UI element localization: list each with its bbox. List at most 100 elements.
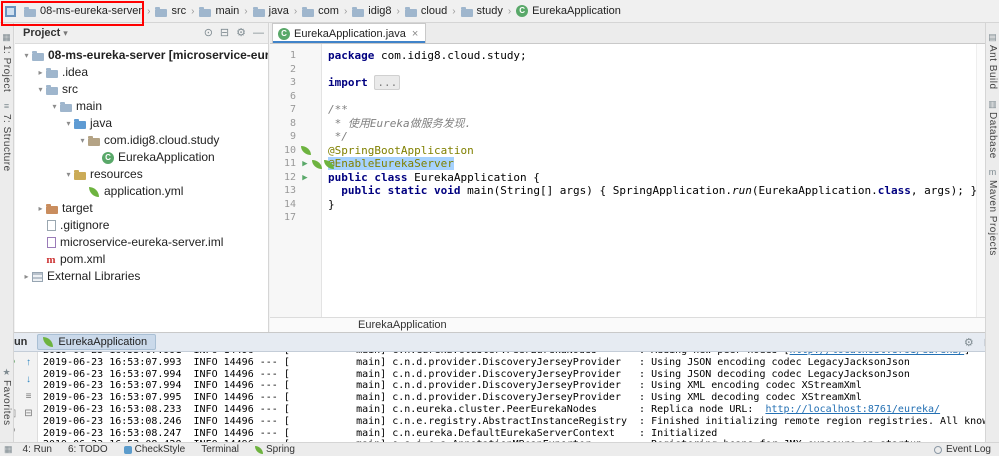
tree-item-com-idig8-cloud-study[interactable]: ▾com.idig8.cloud.study [15, 132, 268, 149]
tree-item-gitignore[interactable]: .gitignore [15, 217, 268, 234]
run-panel-header: Run EurekaApplication ⚙⊟ [0, 333, 999, 352]
tool-stripe-button-favorites[interactable]: ★Favorites [0, 368, 13, 426]
tree-item-application-yml[interactable]: application.yml [15, 183, 268, 200]
console-output[interactable]: 2019-06-23 16:53:07.991 INFO 14496 --- [… [38, 352, 999, 442]
tree-item-main[interactable]: ▾main [15, 98, 268, 115]
collapse-all-icon[interactable]: ⊟ [220, 26, 229, 40]
tree-item-idea[interactable]: ▸.idea [15, 64, 268, 81]
tool-stripe-icon: m [989, 168, 997, 177]
run-line-icon[interactable]: ▶ [300, 158, 310, 170]
chevron-down-icon[interactable]: ▾ [63, 28, 68, 39]
clear-all-icon[interactable]: ⊟ [21, 406, 36, 421]
chevron-collapsed-icon[interactable]: ▸ [21, 268, 32, 285]
step-down-icon[interactable]: ↓ [21, 372, 36, 387]
tree-item-08-ms-eureka-server[interactable]: ▾08-ms-eureka-server [microservice-eurek… [15, 47, 268, 64]
breadcrumb-item-study[interactable]: study [458, 4, 506, 18]
tool-stripe-button-ant-build[interactable]: ▤Ant Build [986, 33, 999, 90]
code-line-2[interactable]: 2 [270, 63, 975, 77]
hide-panel-icon[interactable]: — [253, 26, 264, 40]
code-line-10[interactable]: 10@SpringBootApplication [270, 144, 975, 158]
close-icon[interactable]: × [412, 28, 418, 40]
line-number: 8 [270, 117, 300, 131]
tree-item-eurekaapplication[interactable]: CEurekaApplication [15, 149, 268, 166]
breadcrumb-item-src[interactable]: src [152, 4, 189, 18]
breadcrumb-item-main[interactable]: main [196, 4, 242, 18]
run-tab[interactable]: EurekaApplication [37, 334, 156, 350]
breadcrumb-separator: › [191, 6, 194, 17]
chevron-collapsed-icon[interactable]: ▸ [35, 200, 46, 217]
event-log-button[interactable]: Event Log [934, 444, 991, 455]
code-line-14[interactable]: 14} [270, 198, 975, 212]
console-link[interactable]: http://localhost:8761/eureka/ [765, 404, 940, 415]
code-line-9[interactable]: 9 */ [270, 130, 975, 144]
tree-item-java[interactable]: ▾java [15, 115, 268, 132]
tool-stripe-button-maven-projects[interactable]: mMaven Projects [986, 168, 999, 256]
tool-stripe-icon: ▤ [988, 33, 997, 42]
breadcrumb-item-cloud[interactable]: cloud [402, 4, 450, 18]
locate-file-icon[interactable]: ⊙ [204, 26, 213, 40]
breadcrumb-item-idig8[interactable]: idig8 [349, 4, 394, 18]
tree-item-src[interactable]: ▾src [15, 81, 268, 98]
code-line-12[interactable]: 12▶public class EurekaApplication { [270, 171, 975, 185]
event-log-icon [934, 446, 942, 454]
run-line-icon[interactable]: ▶ [300, 172, 310, 184]
line-number: 10 [270, 144, 300, 158]
code-line-17[interactable]: 17 [270, 211, 975, 225]
editor-scrollbar[interactable] [976, 44, 985, 317]
code-line-11[interactable]: 11▶@EnableEurekaServer [270, 157, 975, 171]
code-line-13[interactable]: 13 public static void main(String[] args… [270, 184, 975, 198]
maven-icon: m [46, 254, 56, 266]
line-number: 14 [270, 198, 300, 212]
code-editor[interactable]: 1package com.idig8.cloud.study;23import … [270, 44, 985, 317]
code-line-1[interactable]: 1package com.idig8.cloud.study; [270, 49, 975, 63]
status-bar-item-checkstyle[interactable]: CheckStyle [124, 444, 186, 455]
code-line-3[interactable]: 3import ... [270, 76, 975, 90]
console-link[interactable]: http://localhost:8761/eureka/ [790, 352, 965, 356]
code-line-7[interactable]: 7/** [270, 103, 975, 117]
tree-item-resources[interactable]: ▾resources [15, 166, 268, 183]
console-log-line: 2019-06-23 16:53:08.233 INFO 14496 --- [… [43, 404, 999, 416]
gutter-icons [300, 117, 322, 131]
code-line-8[interactable]: 8 * 使用Eureka做服务发现. [270, 117, 975, 131]
breadcrumb-item-com[interactable]: com [299, 4, 342, 18]
status-bar-item-terminal[interactable]: Terminal [201, 444, 239, 455]
chevron-expanded-icon[interactable]: ▾ [77, 132, 88, 149]
tree-item-microservice-eureka-server-iml[interactable]: microservice-eureka-server.iml [15, 234, 268, 251]
line-number: 17 [270, 211, 300, 225]
project-panel-title[interactable]: Project [23, 27, 60, 39]
status-bar-item-spring[interactable]: Spring [255, 444, 295, 455]
breadcrumb-item-java[interactable]: java [250, 4, 292, 18]
tree-item-pom-xml[interactable]: mpom.xml [15, 251, 268, 268]
chevron-expanded-icon[interactable]: ▾ [63, 115, 74, 132]
tree-item-target[interactable]: ▸target [15, 200, 268, 217]
project-tree[interactable]: ▾08-ms-eureka-server [microservice-eurek… [15, 44, 268, 285]
gutter-icons [300, 184, 322, 198]
spring-bean-icon[interactable] [312, 160, 322, 169]
chevron-expanded-icon[interactable]: ▾ [49, 98, 60, 115]
tool-stripe-button-database[interactable]: ▥Database [986, 100, 999, 159]
chevron-expanded-icon[interactable]: ▾ [63, 166, 74, 183]
settings-icon[interactable]: ⚙ [236, 26, 246, 40]
chevron-collapsed-icon[interactable]: ▸ [35, 64, 46, 81]
tool-stripe-button-7-structure[interactable]: ≡7: Structure [0, 102, 13, 172]
status-bar-item-6-todo[interactable]: 6: TODO [68, 444, 108, 455]
resources-folder-icon [74, 172, 86, 180]
soft-wrap-icon[interactable]: ≡ [21, 389, 36, 404]
tool-window-switcher-icon[interactable]: ▦ [4, 444, 13, 455]
code-line-6[interactable]: 6 [270, 90, 975, 104]
step-up-icon[interactable]: ↑ [21, 355, 36, 370]
project-window-icon [5, 6, 16, 17]
line-number: 13 [270, 184, 300, 198]
chevron-expanded-icon[interactable]: ▾ [21, 47, 32, 64]
settings-icon[interactable]: ⚙ [964, 336, 974, 349]
breadcrumb-item-eurekaapplication[interactable]: CEurekaApplication [513, 4, 624, 18]
spring-bean-icon[interactable] [301, 146, 311, 155]
gutter-icons [300, 198, 322, 212]
breadcrumb-item-08-ms-eureka-server[interactable]: 08-ms-eureka-server [21, 4, 145, 18]
tree-item-external-libraries[interactable]: ▸External Libraries [15, 268, 268, 285]
editor-tab[interactable]: C EurekaApplication.java × [272, 23, 426, 43]
tool-stripe-button-1-project[interactable]: ▦1: Project [0, 33, 13, 92]
chevron-expanded-icon[interactable]: ▾ [35, 81, 46, 98]
status-bar-item-4-run[interactable]: 4: Run [23, 444, 52, 455]
editor-breadcrumb[interactable]: EurekaApplication [270, 317, 985, 332]
